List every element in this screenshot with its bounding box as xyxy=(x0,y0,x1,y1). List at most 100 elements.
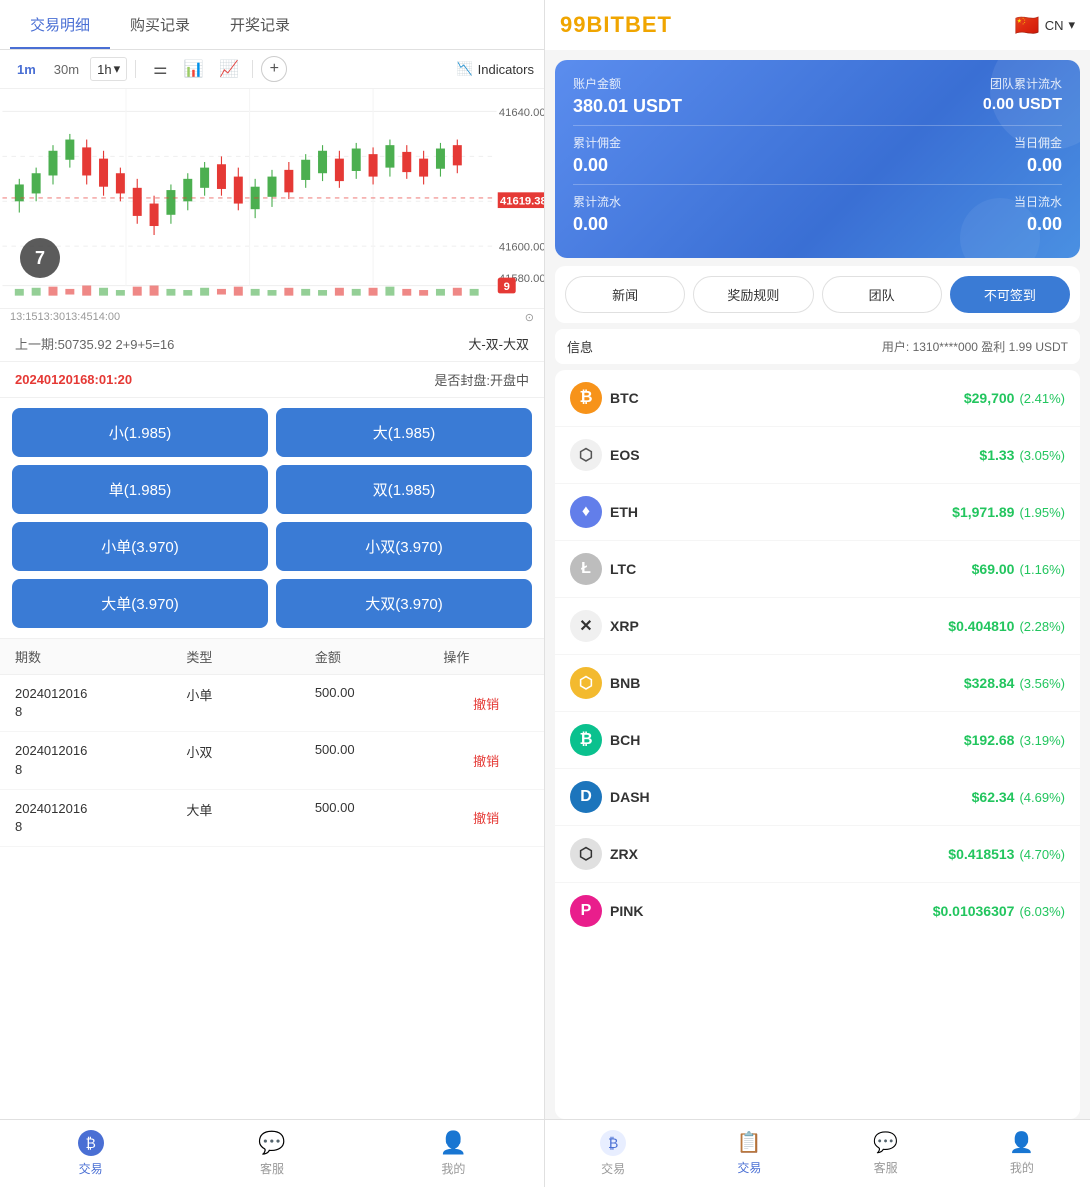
pink-change: (6.03%) xyxy=(1019,904,1065,919)
bnb-change: (3.56%) xyxy=(1019,676,1065,691)
line-chart-icon[interactable]: 📈 xyxy=(214,56,244,82)
row1-cancel-btn[interactable]: 撤销 xyxy=(443,685,529,721)
bet-odd-btn[interactable]: 单(1.985) xyxy=(12,465,268,514)
service-icon: 💬 xyxy=(258,1130,285,1156)
list-item[interactable]: P PINK $0.01036307 (6.03%) xyxy=(555,883,1080,939)
list-item[interactable]: ⬡ BNB $328.84 (3.56%) xyxy=(555,655,1080,712)
ltc-change: (1.16%) xyxy=(1019,562,1065,577)
crypto-list: ₿ BTC $29,700 (2.41%) ⬡ EOS $1.33 (3.05%… xyxy=(555,370,1080,1119)
tab-lottery-record[interactable]: 开奖记录 xyxy=(210,0,310,49)
bet-small-btn[interactable]: 小(1.985) xyxy=(12,408,268,457)
tab-purchase-record[interactable]: 购买记录 xyxy=(110,0,210,49)
bch-change: (3.19%) xyxy=(1019,733,1065,748)
ticker-tab-label[interactable]: 信息 xyxy=(567,337,593,356)
ltc-price: $69.00 xyxy=(972,561,1015,577)
list-item[interactable]: ⬡ EOS $1.33 (3.05%) xyxy=(555,427,1080,484)
user-icon: 👤 xyxy=(440,1130,467,1156)
eos-icon: ⬡ xyxy=(570,439,602,471)
row2-type: 小双 xyxy=(186,742,315,778)
rewards-btn[interactable]: 奖励规则 xyxy=(693,276,813,313)
list-item[interactable]: ⬡ ZRX $0.418513 (4.70%) xyxy=(555,826,1080,883)
time-1m-btn[interactable]: 1m xyxy=(10,59,43,80)
left-panel: 交易明细 购买记录 开奖记录 1m 30m 1h ▾ ⚌ 📊 📈 + 📉 Ind… xyxy=(0,0,545,1187)
right-nav-mine-icon: 👤 xyxy=(1009,1130,1034,1155)
list-item[interactable]: ₿ BTC $29,700 (2.41%) xyxy=(555,370,1080,427)
bar-chart-icon[interactable]: 📊 xyxy=(178,56,208,82)
language-selector[interactable]: 🇨🇳 CN ▾ xyxy=(1015,13,1075,38)
card-flow-row: 累计流水 0.00 当日流水 0.00 xyxy=(573,193,1062,235)
brand-accent: BIT xyxy=(586,12,624,37)
left-nav-mine[interactable]: 👤 我的 xyxy=(363,1120,544,1187)
list-item[interactable]: Ł LTC $69.00 (1.16%) xyxy=(555,541,1080,598)
eth-icon: ♦ xyxy=(570,496,602,528)
bch-name: BCH xyxy=(610,732,964,748)
card-commission-row: 累计佣金 0.00 当日佣金 0.00 xyxy=(573,134,1062,176)
today-commission-value: 0.00 xyxy=(818,155,1063,176)
bet-big-even-btn[interactable]: 大双(3.970) xyxy=(276,579,532,628)
col-period: 期数 xyxy=(15,647,186,666)
news-btn[interactable]: 新闻 xyxy=(565,276,685,313)
cumulative-commission-label: 累计佣金 xyxy=(573,134,818,151)
card-divider2 xyxy=(573,184,1062,185)
right-nav-btc[interactable]: ₿ 交易 xyxy=(545,1120,681,1187)
right-nav-service[interactable]: 💬 客服 xyxy=(818,1120,954,1187)
table-row: 20240120168 大单 500.00 撤销 xyxy=(0,790,544,847)
separator2 xyxy=(252,60,253,78)
dash-icon: D xyxy=(570,781,602,813)
row2-period: 20240120168 xyxy=(15,742,186,778)
time-dropdown[interactable]: 1h ▾ xyxy=(90,57,127,81)
bet-small-odd-btn[interactable]: 小单(3.970) xyxy=(12,522,268,571)
time-30m-btn[interactable]: 30m xyxy=(47,59,86,80)
today-commission-label: 当日佣金 xyxy=(818,134,1063,151)
btc-price: $29,700 xyxy=(964,390,1015,406)
balance-value: 380.01 USDT xyxy=(573,96,818,117)
left-nav-service[interactable]: 💬 客服 xyxy=(181,1120,362,1187)
bet-big-odd-btn[interactable]: 大单(3.970) xyxy=(12,579,268,628)
right-nav-trade[interactable]: 📋 交易 xyxy=(681,1120,817,1187)
bitcoin-icon: ₿ xyxy=(78,1130,104,1156)
action-buttons: 新闻 奖励规则 团队 不可签到 xyxy=(555,266,1080,323)
eth-price: $1,971.89 xyxy=(952,504,1014,520)
table-row: 20240120168 小双 500.00 撤销 xyxy=(0,732,544,789)
brand-text: 99 xyxy=(560,12,586,37)
cumulative-flow-label: 累计流水 xyxy=(573,193,818,210)
card-divider1 xyxy=(573,125,1062,126)
indicators-btn[interactable]: 📉 Indicators xyxy=(456,61,534,77)
bet-even-btn[interactable]: 双(1.985) xyxy=(276,465,532,514)
today-flow-value: 0.00 xyxy=(818,214,1063,235)
countdown-timer: 01:20 xyxy=(99,372,132,387)
today-flow-section: 当日流水 0.00 xyxy=(818,193,1063,235)
chart-container: 41640.00 41619.38 41600.00 41580.00 4161… xyxy=(0,89,544,309)
ticker-text: 用户: 1310****000 盈利 1.99 USDT xyxy=(882,338,1068,355)
left-nav-mine-label: 我的 xyxy=(441,1160,465,1177)
cumulative-commission-value: 0.00 xyxy=(573,155,818,176)
x-label-2: 13:45 xyxy=(65,311,93,324)
right-nav-trade-label: 交易 xyxy=(737,1159,761,1176)
balance-section: 账户金额 380.01 USDT xyxy=(573,75,818,117)
eth-change: (1.95%) xyxy=(1019,505,1065,520)
candle-type-icon[interactable]: ⚌ xyxy=(148,56,172,82)
countdown-time: 20240120168:01:20 xyxy=(15,372,132,387)
svg-text:41640.00: 41640.00 xyxy=(499,107,544,119)
row3-cancel-btn[interactable]: 撤销 xyxy=(443,800,529,836)
bch-price: $192.68 xyxy=(964,732,1015,748)
bet-big-btn[interactable]: 大(1.985) xyxy=(276,408,532,457)
tab-trading-detail[interactable]: 交易明细 xyxy=(10,0,110,49)
list-item[interactable]: D DASH $62.34 (4.69%) xyxy=(555,769,1080,826)
team-btn[interactable]: 团队 xyxy=(822,276,942,313)
list-item[interactable]: ₿ BCH $192.68 (3.19%) xyxy=(555,712,1080,769)
left-nav-trade[interactable]: ₿ 交易 xyxy=(0,1120,181,1187)
info-bar: 上一期:50735.92 2+9+5=16 大-双-大双 xyxy=(0,326,544,362)
list-item[interactable]: ♦ ETH $1,971.89 (1.95%) xyxy=(555,484,1080,541)
checkin-btn[interactable]: 不可签到 xyxy=(950,276,1070,313)
row2-cancel-btn[interactable]: 撤销 xyxy=(443,742,529,778)
bet-small-even-btn[interactable]: 小双(3.970) xyxy=(276,522,532,571)
team-flow-value: 0.00 USDT xyxy=(818,96,1063,114)
right-bottom-nav: ₿ 交易 📋 交易 💬 客服 👤 我的 xyxy=(545,1119,1090,1187)
list-item[interactable]: ✕ XRP $0.404810 (2.28%) xyxy=(555,598,1080,655)
eye-icon[interactable]: ⊙ xyxy=(525,311,534,324)
info-ticker: 信息 用户: 1310****000 盈利 1.99 USDT xyxy=(555,329,1080,364)
zrx-change: (4.70%) xyxy=(1019,847,1065,862)
right-nav-mine[interactable]: 👤 我的 xyxy=(954,1120,1090,1187)
add-indicator-btn[interactable]: + xyxy=(261,56,287,82)
